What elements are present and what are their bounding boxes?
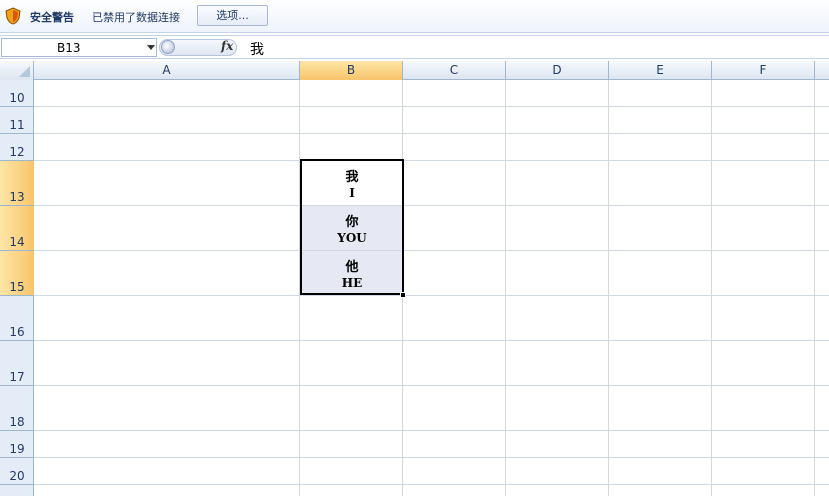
chevron-down-icon[interactable] bbox=[147, 45, 155, 50]
row-number: 15 bbox=[9, 280, 25, 294]
shield-warning-icon bbox=[5, 7, 21, 25]
row-header-11[interactable]: 11 bbox=[0, 107, 34, 134]
select-all-button[interactable] bbox=[0, 61, 34, 80]
formula-input[interactable]: 我 bbox=[250, 39, 264, 59]
gridline bbox=[711, 80, 712, 496]
row-number: 17 bbox=[9, 370, 25, 384]
row-number: 19 bbox=[9, 442, 25, 456]
gridline bbox=[34, 295, 829, 296]
gridline bbox=[34, 340, 829, 341]
gridline bbox=[34, 133, 829, 134]
gridline bbox=[34, 250, 829, 251]
name-box[interactable]: B13 bbox=[1, 38, 157, 57]
gridline bbox=[34, 205, 829, 206]
row-header-19[interactable]: 19 bbox=[0, 431, 34, 458]
gridline bbox=[34, 484, 829, 485]
formula-bar: B13 fx 我 bbox=[0, 35, 829, 59]
row-headers: 10 11 12 13 14 15 16 17 18 19 20 bbox=[0, 80, 34, 496]
select-all-icon bbox=[19, 66, 30, 77]
row-number: 18 bbox=[9, 415, 25, 429]
column-header-d[interactable]: D bbox=[506, 61, 609, 80]
row-number: 11 bbox=[9, 118, 25, 132]
column-header-f[interactable]: F bbox=[712, 61, 815, 80]
gridline bbox=[505, 80, 506, 496]
row-header-10[interactable]: 10 bbox=[0, 80, 34, 107]
security-warning-bar: 安全警告 已禁用了数据连接 选项... bbox=[0, 0, 829, 33]
name-box-value: B13 bbox=[57, 41, 81, 55]
row-header-17[interactable]: 17 bbox=[0, 341, 34, 386]
gridline bbox=[34, 430, 829, 431]
resize-handle-icon[interactable] bbox=[161, 40, 175, 54]
gridline bbox=[814, 80, 815, 496]
row-number: 20 bbox=[9, 469, 25, 483]
security-warning-message: 已禁用了数据连接 bbox=[92, 11, 180, 24]
column-header-c[interactable]: C bbox=[403, 61, 506, 80]
insert-function-icon[interactable]: fx bbox=[221, 39, 233, 53]
row-header-16[interactable]: 16 bbox=[0, 296, 34, 341]
security-warning-title: 安全警告 bbox=[30, 11, 74, 24]
row-number: 12 bbox=[9, 145, 25, 159]
options-button[interactable]: 选项... bbox=[197, 5, 268, 26]
column-header-e[interactable]: E bbox=[609, 61, 712, 80]
row-header-13[interactable]: 13 bbox=[0, 161, 34, 206]
cell-area[interactable] bbox=[34, 80, 829, 496]
row-number: 13 bbox=[9, 190, 25, 204]
spreadsheet-grid: A B C D E F 10 11 12 13 14 15 16 17 18 1… bbox=[0, 61, 829, 496]
gridline bbox=[608, 80, 609, 496]
row-number: 14 bbox=[9, 235, 25, 249]
gridline bbox=[34, 385, 829, 386]
row-header-15[interactable]: 15 bbox=[0, 251, 34, 296]
row-header-18[interactable]: 18 bbox=[0, 386, 34, 431]
column-headers: A B C D E F bbox=[0, 61, 829, 80]
row-number: 16 bbox=[9, 325, 25, 339]
row-number: 10 bbox=[9, 91, 25, 105]
selection-border bbox=[300, 159, 404, 295]
row-header-14[interactable]: 14 bbox=[0, 206, 34, 251]
column-header-a[interactable]: A bbox=[34, 61, 300, 80]
gridline bbox=[34, 160, 829, 161]
row-header-20[interactable]: 20 bbox=[0, 458, 34, 485]
fill-handle[interactable] bbox=[400, 292, 406, 298]
gridline bbox=[34, 457, 829, 458]
gridline bbox=[34, 106, 829, 107]
row-header-12[interactable]: 12 bbox=[0, 134, 34, 161]
column-header-b[interactable]: B bbox=[300, 61, 403, 80]
